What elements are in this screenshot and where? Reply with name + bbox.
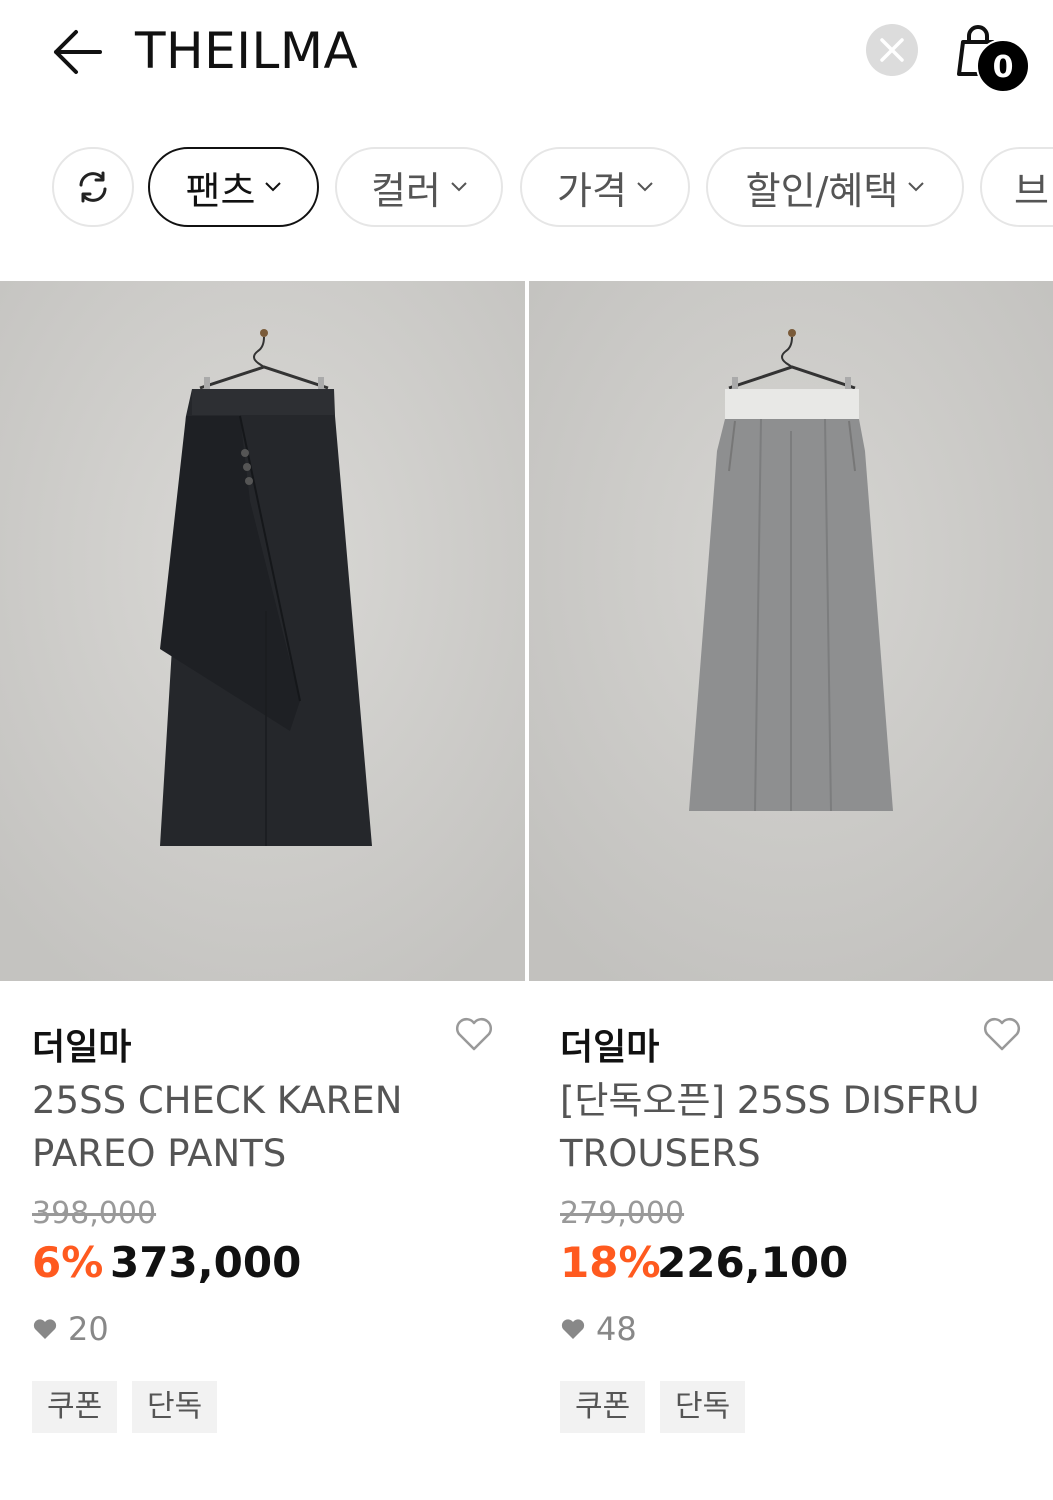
- like-count-value: 48: [596, 1310, 637, 1348]
- close-icon: [880, 38, 904, 62]
- tag-exclusive: 단독: [660, 1381, 746, 1433]
- product-image[interactable]: [0, 281, 525, 981]
- heart-filled-icon: [561, 1319, 585, 1339]
- filter-chip-label: 가격: [557, 168, 627, 213]
- heart-outline-icon[interactable]: [454, 1016, 494, 1052]
- product-name[interactable]: 25SS CHECK KAREN PAREO PANTS: [32, 1074, 472, 1180]
- chevron-down-icon: [265, 182, 282, 192]
- like-count-value: 20: [68, 1310, 109, 1348]
- filter-chip-color[interactable]: 컬러: [335, 147, 503, 227]
- refresh-icon: [79, 171, 107, 203]
- clear-search-button[interactable]: [866, 24, 918, 76]
- filter-chip-label: 브: [1014, 168, 1049, 213]
- product-brand: 더일마: [560, 1027, 660, 1068]
- chevron-down-icon: [451, 182, 467, 192]
- chevron-down-icon: [908, 182, 925, 192]
- cart-count-badge: 0: [976, 39, 1030, 93]
- filter-chip-label: 할인/혜택: [745, 168, 899, 213]
- heart-outline-icon[interactable]: [982, 1016, 1022, 1052]
- filter-chip-price[interactable]: 가격: [520, 147, 690, 227]
- discount-rate: 6%: [32, 1238, 104, 1287]
- page-title: THEILMA: [135, 22, 359, 80]
- filter-chip-label: 컬러: [371, 168, 441, 213]
- product-name[interactable]: [단독오픈] 25SS DISFRU TROUSERS: [560, 1074, 1000, 1180]
- original-price: 398,000: [32, 1196, 157, 1231]
- heart-filled-icon: [33, 1319, 57, 1339]
- product-photo-disfru-trousers: [529, 281, 1053, 981]
- filter-bar: 팬츠 컬러 가격 할인/혜택 브: [0, 145, 1053, 229]
- product-image[interactable]: [529, 281, 1053, 981]
- reset-filters-button[interactable]: [52, 147, 134, 227]
- top-bar: THEILMA 0: [0, 0, 1053, 110]
- chevron-down-icon: [637, 182, 653, 192]
- like-count: 48: [560, 1310, 637, 1348]
- tag-coupon: 쿠폰: [32, 1381, 118, 1433]
- product-brand: 더일마: [32, 1027, 132, 1068]
- tag-exclusive: 단독: [132, 1381, 218, 1433]
- back-arrow-icon[interactable]: [50, 26, 104, 78]
- sale-price: 226,100: [657, 1238, 849, 1287]
- filter-chip-discount[interactable]: 할인/혜택: [706, 147, 964, 227]
- like-count: 20: [32, 1310, 109, 1348]
- discount-rate: 18%: [560, 1238, 661, 1287]
- filter-chip-label: 팬츠: [185, 168, 256, 213]
- filter-chip-pants[interactable]: 팬츠: [148, 147, 319, 227]
- product-photo-pareo-pants: [0, 281, 525, 981]
- sale-price: 373,000: [110, 1238, 302, 1287]
- tag-coupon: 쿠폰: [560, 1381, 646, 1433]
- original-price: 279,000: [560, 1196, 685, 1231]
- filter-chip-brand[interactable]: 브: [980, 147, 1053, 227]
